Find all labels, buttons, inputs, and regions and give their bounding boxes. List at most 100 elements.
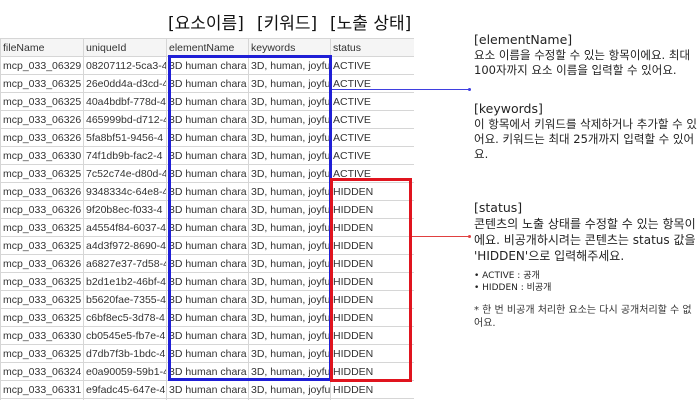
table-cell[interactable]: 3D human chara (166, 146, 249, 165)
table-cell[interactable]: mcp_033_06330 (0, 326, 84, 345)
table-cell[interactable]: 7c52c74e-d80d-4 (83, 164, 167, 183)
table-cell[interactable]: 74f1db9b-fac2-4 (83, 146, 167, 165)
table-cell[interactable]: 3D, human, joyfu (248, 92, 331, 111)
table-cell[interactable]: 3D human chara (166, 272, 249, 291)
table-cell[interactable]: 3D human chara (166, 362, 249, 381)
table-cell[interactable]: 3D human chara (166, 74, 249, 93)
table-cell[interactable]: e9fadc45-647e-4 (83, 380, 167, 399)
table-cell[interactable]: mcp_033_06329 (0, 56, 84, 75)
table-cell[interactable]: HIDDEN (330, 380, 414, 399)
table-cell[interactable]: 465999bd-d712-4 (83, 110, 167, 129)
table-cell[interactable]: mcp_033_06326 (0, 110, 84, 129)
table-cell[interactable]: d7db7f3b-1bdc-4 (83, 344, 167, 363)
table-cell[interactable]: HIDDEN (330, 200, 414, 219)
element-name-callout-header: [요소이름] (168, 14, 244, 34)
table-cell[interactable]: 3D, human, joyfu (248, 74, 331, 93)
table-cell[interactable]: 3D human chara (166, 218, 249, 237)
table-cell[interactable]: HIDDEN (330, 182, 414, 201)
table-cell[interactable]: 3D human chara (166, 254, 249, 273)
table-cell[interactable]: c6bf8ec5-3d78-4 (83, 308, 167, 327)
table-cell[interactable]: 3D human chara (166, 380, 249, 399)
table-cell[interactable]: 3D, human, joyfu (248, 218, 331, 237)
table-cell[interactable]: HIDDEN (330, 272, 414, 291)
table-cell[interactable]: HIDDEN (330, 362, 414, 381)
table-cell[interactable]: 3D, human, joyfu (248, 362, 331, 381)
table-cell[interactable]: mcp_033_06325 (0, 272, 84, 291)
column-header-cell[interactable]: elementName (166, 38, 249, 57)
table-cell[interactable]: 3D, human, joyfu (248, 272, 331, 291)
table-cell[interactable]: mcp_033_06325 (0, 92, 84, 111)
table-cell[interactable]: HIDDEN (330, 290, 414, 309)
table-cell[interactable]: 3D, human, joyfu (248, 182, 331, 201)
table-cell[interactable]: ACTIVE (330, 110, 414, 129)
table-cell[interactable]: a4d3f972-8690-4 (83, 236, 167, 255)
table-cell[interactable]: 3D, human, joyfu (248, 110, 331, 129)
table-cell[interactable]: mcp_033_06325 (0, 290, 84, 309)
table-cell[interactable]: mcp_033_06330 (0, 146, 84, 165)
table-cell[interactable]: 26e0dd4a-d3cd-4 (83, 74, 167, 93)
table-cell[interactable]: 5fa8bf51-9456-4 (83, 128, 167, 147)
table-cell[interactable]: 3D human chara (166, 200, 249, 219)
table-cell[interactable]: 3D human chara (166, 128, 249, 147)
table-cell[interactable]: a6827e37-7d58-4 (83, 254, 167, 273)
table-cell[interactable]: 9348334c-64e8-4 (83, 182, 167, 201)
table-cell[interactable]: mcp_033_06331 (0, 380, 84, 399)
table-cell[interactable]: mcp_033_06326 (0, 254, 84, 273)
table-cell[interactable]: e0a90059-59b1-4 (83, 362, 167, 381)
table-cell[interactable]: 9f20b8ec-f033-4 (83, 200, 167, 219)
table-cell[interactable]: 3D, human, joyfu (248, 290, 331, 309)
table-cell[interactable]: 3D human chara (166, 290, 249, 309)
table-cell[interactable]: 3D, human, joyfu (248, 326, 331, 345)
table-cell[interactable]: ACTIVE (330, 164, 414, 183)
table-cell[interactable]: 3D, human, joyfu (248, 200, 331, 219)
table-cell[interactable]: mcp_033_06324 (0, 362, 84, 381)
table-cell[interactable]: 3D human chara (166, 110, 249, 129)
table-cell[interactable]: cb0545e5-fb7e-4 (83, 326, 167, 345)
table-cell[interactable]: b2d1e1b2-46bf-4 (83, 272, 167, 291)
table-cell[interactable]: mcp_033_06326 (0, 200, 84, 219)
table-cell[interactable]: HIDDEN (330, 308, 414, 327)
table-cell[interactable]: mcp_033_06325 (0, 218, 84, 237)
table-cell[interactable]: mcp_033_06326 (0, 128, 84, 147)
table-cell[interactable]: 3D human chara (166, 236, 249, 255)
table-cell[interactable]: mcp_033_06325 (0, 164, 84, 183)
column-header-cell[interactable]: fileName (0, 38, 84, 57)
column-header-cell[interactable]: uniqueId (83, 38, 167, 57)
table-cell[interactable]: 3D, human, joyfu (248, 308, 331, 327)
table-cell[interactable]: 3D, human, joyfu (248, 380, 331, 399)
table-cell[interactable]: 3D, human, joyfu (248, 236, 331, 255)
table-cell[interactable]: 3D human chara (166, 326, 249, 345)
table-cell[interactable]: mcp_033_06326 (0, 182, 84, 201)
table-cell[interactable]: a4554f84-6037-4 (83, 218, 167, 237)
column-header-cell[interactable]: status (330, 38, 414, 57)
table-cell[interactable]: ACTIVE (330, 92, 414, 111)
table-cell[interactable]: 3D, human, joyfu (248, 56, 331, 75)
table-cell[interactable]: mcp_033_06325 (0, 74, 84, 93)
table-cell[interactable]: HIDDEN (330, 218, 414, 237)
table-cell[interactable]: 3D, human, joyfu (248, 146, 331, 165)
table-cell[interactable]: 3D, human, joyfu (248, 344, 331, 363)
table-cell[interactable]: ACTIVE (330, 146, 414, 165)
table-cell[interactable]: 3D, human, joyfu (248, 164, 331, 183)
table-cell[interactable]: 08207112-5ca3-4 (83, 56, 167, 75)
table-cell[interactable]: ACTIVE (330, 56, 414, 75)
table-cell[interactable]: HIDDEN (330, 344, 414, 363)
table-cell[interactable]: mcp_033_06325 (0, 344, 84, 363)
table-cell[interactable]: 3D human chara (166, 344, 249, 363)
table-cell[interactable]: 3D human chara (166, 308, 249, 327)
table-cell[interactable]: 3D human chara (166, 164, 249, 183)
table-cell[interactable]: mcp_033_06325 (0, 236, 84, 255)
table-cell[interactable]: 40a4bdbf-778d-4 (83, 92, 167, 111)
table-cell[interactable]: mcp_033_06325 (0, 308, 84, 327)
table-cell[interactable]: 3D, human, joyfu (248, 254, 331, 273)
table-cell[interactable]: HIDDEN (330, 254, 414, 273)
column-header-cell[interactable]: keywords (248, 38, 331, 57)
table-cell[interactable]: 3D, human, joyfu (248, 128, 331, 147)
table-cell[interactable]: HIDDEN (330, 326, 414, 345)
table-cell[interactable]: b5620fae-7355-4 (83, 290, 167, 309)
table-cell[interactable]: 3D human chara (166, 56, 249, 75)
table-cell[interactable]: HIDDEN (330, 236, 414, 255)
table-cell[interactable]: 3D human chara (166, 182, 249, 201)
table-cell[interactable]: 3D human chara (166, 92, 249, 111)
table-cell[interactable]: ACTIVE (330, 128, 414, 147)
